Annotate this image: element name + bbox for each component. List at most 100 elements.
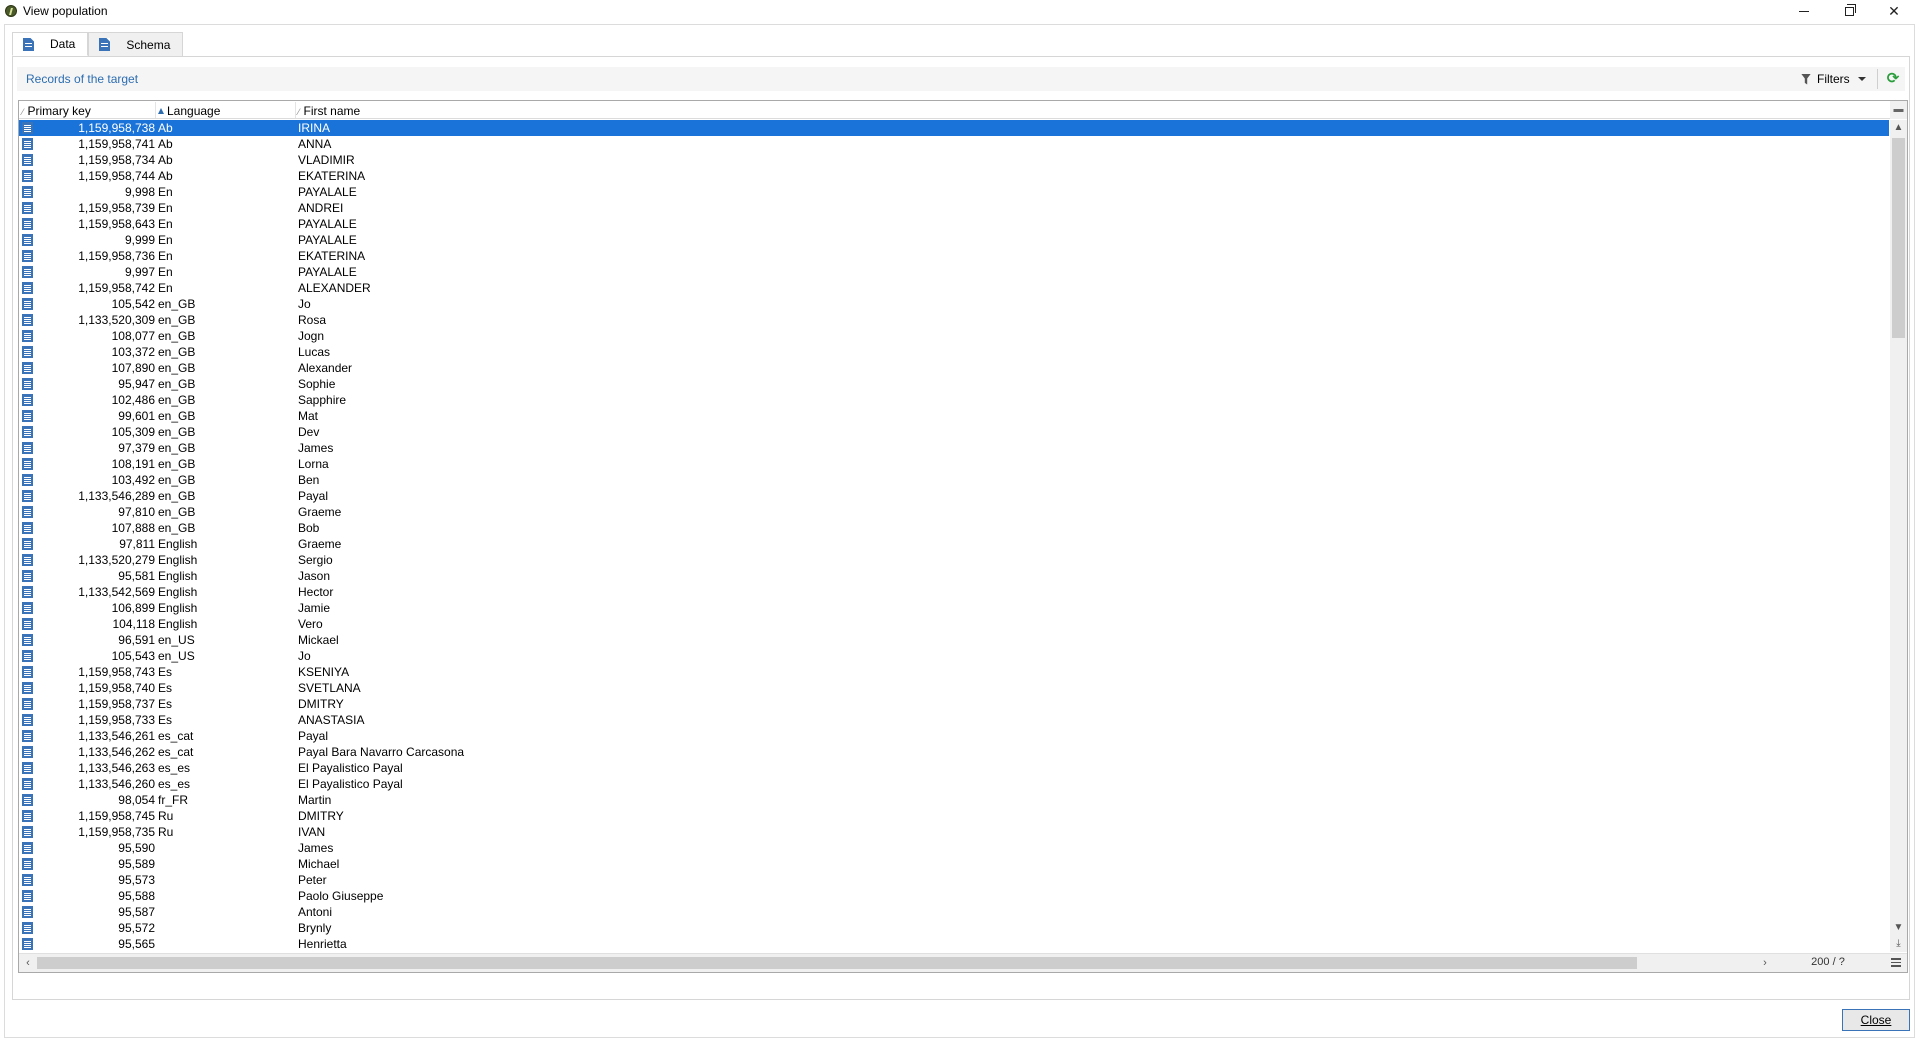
- cell-primary-key: 1,133,542,569: [78, 585, 155, 599]
- data-panel: Records of the target Filters ⟳ ⁄ Primary…: [12, 56, 1910, 1000]
- cell-primary-key: 96,591: [118, 633, 155, 647]
- table-row[interactable]: 1,133,546,260 es_es El Payalistico Payal: [19, 776, 1889, 792]
- table-row[interactable]: 1,159,958,741 Ab ANNA: [19, 136, 1889, 152]
- table-row[interactable]: 95,565 Henrietta: [19, 936, 1889, 952]
- cell-language: en_GB: [158, 393, 196, 407]
- table-row[interactable]: 105,542 en_GB Jo: [19, 296, 1889, 312]
- cell-primary-key: 103,372: [111, 345, 155, 359]
- table-row[interactable]: 1,133,546,262 es_cat Payal Bara Navarro Ca…: [19, 744, 1889, 760]
- column-header-primary-key[interactable]: ⁄ Primary key: [22, 104, 91, 118]
- table-row[interactable]: 96,591 en_US Mickael: [19, 632, 1889, 648]
- table-row[interactable]: 106,899 English Jamie: [19, 600, 1889, 616]
- table-row[interactable]: 1,159,958,739 En ANDREI: [19, 200, 1889, 216]
- horizontal-scrollbar[interactable]: ‹ › 200 / ?: [19, 953, 1907, 972]
- table-row[interactable]: 1,159,958,733 Es ANASTASIA: [19, 712, 1889, 728]
- scroll-left-icon[interactable]: ‹: [20, 955, 36, 971]
- table-row[interactable]: 1,159,958,744 Ab EKATERINA: [19, 168, 1889, 184]
- data-sheet-icon: [23, 37, 34, 51]
- table-row[interactable]: 1,159,958,643 En PAYALALE: [19, 216, 1889, 232]
- table-row[interactable]: 103,492 en_GB Ben: [19, 472, 1889, 488]
- table-row[interactable]: 1,159,958,735 Ru IVAN: [19, 824, 1889, 840]
- table-row[interactable]: 107,888 en_GB Bob: [19, 520, 1889, 536]
- scroll-end-icon[interactable]: ⤓: [1890, 936, 1907, 952]
- table-row[interactable]: 95,947 en_GB Sophie: [19, 376, 1889, 392]
- cell-primary-key: 97,811: [119, 537, 155, 551]
- column-header-language[interactable]: Language: [158, 104, 220, 118]
- filters-button[interactable]: Filters: [1801, 69, 1866, 89]
- cell-first-name: Sapphire: [298, 393, 347, 407]
- filters-label: Filters: [1817, 72, 1850, 86]
- table-row[interactable]: 1,159,958,736 En EKATERINA: [19, 248, 1889, 264]
- schema-sheet-icon: [99, 38, 111, 51]
- vertical-scroll-thumb[interactable]: [1892, 138, 1905, 338]
- cell-primary-key: 95,572: [118, 921, 155, 935]
- table-row[interactable]: 105,543 en_US Jo: [19, 648, 1889, 664]
- column-divider[interactable]: [155, 102, 156, 118]
- column-divider[interactable]: [295, 102, 296, 118]
- scroll-right-icon[interactable]: ›: [1757, 955, 1773, 971]
- table-row[interactable]: 1,159,958,745 Ru DMITRY: [19, 808, 1889, 824]
- refresh-button[interactable]: ⟳: [1885, 70, 1901, 87]
- scroll-up-icon[interactable]: ▲: [1890, 120, 1907, 136]
- scroll-down-icon[interactable]: ▼: [1890, 920, 1907, 936]
- grid-top-button[interactable]: ▬: [1890, 101, 1907, 119]
- cell-first-name: Hector: [298, 585, 334, 599]
- column-header-first-name[interactable]: ⁄ First name: [298, 104, 360, 118]
- cell-first-name: Dev: [298, 425, 320, 439]
- title-bar: View population ✕: [0, 0, 1920, 22]
- table-row[interactable]: 97,811 English Graeme: [19, 536, 1889, 552]
- table-row[interactable]: 95,589 Michael: [19, 856, 1889, 872]
- table-row[interactable]: 1,159,958,737 Es DMITRY: [19, 696, 1889, 712]
- cell-first-name: Paolo Giuseppe: [298, 889, 384, 903]
- table-row[interactable]: 99,601 en_GB Mat: [19, 408, 1889, 424]
- restore-button[interactable]: [1827, 0, 1871, 22]
- table-row[interactable]: 95,587 Antoni: [19, 904, 1889, 920]
- table-row[interactable]: 1,159,958,742 En ALEXANDER: [19, 280, 1889, 296]
- table-row[interactable]: 107,890 en_GB Alexander: [19, 360, 1889, 376]
- table-row[interactable]: 105,309 en_GB Dev: [19, 424, 1889, 440]
- table-row[interactable]: 104,118 English Vero: [19, 616, 1889, 632]
- cell-language: En: [158, 281, 173, 295]
- table-row[interactable]: 95,588 Paolo Giuseppe: [19, 888, 1889, 904]
- table-row[interactable]: 9,997 En PAYALALE: [19, 264, 1889, 280]
- table-row[interactable]: 1,133,520,279 English Sergio: [19, 552, 1889, 568]
- table-row[interactable]: 1,133,520,309 en_GB Rosa: [19, 312, 1889, 328]
- table-row[interactable]: 95,572 Brynly: [19, 920, 1889, 936]
- table-row[interactable]: 1,159,958,740 Es SVETLANA: [19, 680, 1889, 696]
- table-row[interactable]: 1,133,542,569 English Hector: [19, 584, 1889, 600]
- table-row[interactable]: 9,998 En PAYALALE: [19, 184, 1889, 200]
- table-row[interactable]: 97,379 en_GB James: [19, 440, 1889, 456]
- close-window-button[interactable]: ✕: [1872, 0, 1916, 22]
- tab-data-label: Data: [50, 37, 76, 51]
- cell-first-name: Sophie: [298, 377, 336, 391]
- cell-language: English: [158, 601, 198, 615]
- minimize-button[interactable]: [1782, 0, 1826, 22]
- table-row[interactable]: 95,590 James: [19, 840, 1889, 856]
- table-row[interactable]: 1,133,546,289 en_GB Payal: [19, 488, 1889, 504]
- table-row[interactable]: 1,133,546,261 es_cat Payal: [19, 728, 1889, 744]
- table-row[interactable]: 98,054 fr_FR Martin: [19, 792, 1889, 808]
- table-row[interactable]: 108,077 en_GB Jogn: [19, 328, 1889, 344]
- table-row[interactable]: 108,191 en_GB Lorna: [19, 456, 1889, 472]
- vertical-scrollbar[interactable]: ▲ ▼ ⤓: [1890, 120, 1907, 952]
- cell-first-name: ALEXANDER: [298, 281, 371, 295]
- tab-schema[interactable]: Schema: [88, 32, 184, 56]
- cell-language: en_GB: [158, 489, 196, 503]
- grid-rows: 1,159,958,738 Ab IRINA 1,159,958,741 Ab ANNA 1…: [19, 120, 1889, 952]
- table-row[interactable]: 103,372 en_GB Lucas: [19, 344, 1889, 360]
- records-label: Records of the target: [26, 72, 139, 86]
- cell-primary-key: 1,159,958,741: [78, 137, 155, 151]
- table-row[interactable]: 95,581 English Jason: [19, 568, 1889, 584]
- table-row[interactable]: 102,486 en_GB Sapphire: [19, 392, 1889, 408]
- table-row[interactable]: 1,159,958,738 Ab IRINA: [19, 120, 1889, 136]
- table-row[interactable]: 1,133,546,263 es_es El Payalistico Payal: [19, 760, 1889, 776]
- table-row[interactable]: 95,573 Peter: [19, 872, 1889, 888]
- table-row[interactable]: 1,159,958,743 Es KSENIYA: [19, 664, 1889, 680]
- column-menu-icon[interactable]: [1891, 958, 1901, 967]
- table-row[interactable]: 1,159,958,734 Ab VLADIMIR: [19, 152, 1889, 168]
- horizontal-scroll-thumb[interactable]: [37, 957, 1637, 969]
- table-row[interactable]: 97,810 en_GB Graeme: [19, 504, 1889, 520]
- tab-data[interactable]: Data: [12, 32, 89, 56]
- table-row[interactable]: 9,999 En PAYALALE: [19, 232, 1889, 248]
- close-button[interactable]: Close: [1842, 1009, 1910, 1031]
